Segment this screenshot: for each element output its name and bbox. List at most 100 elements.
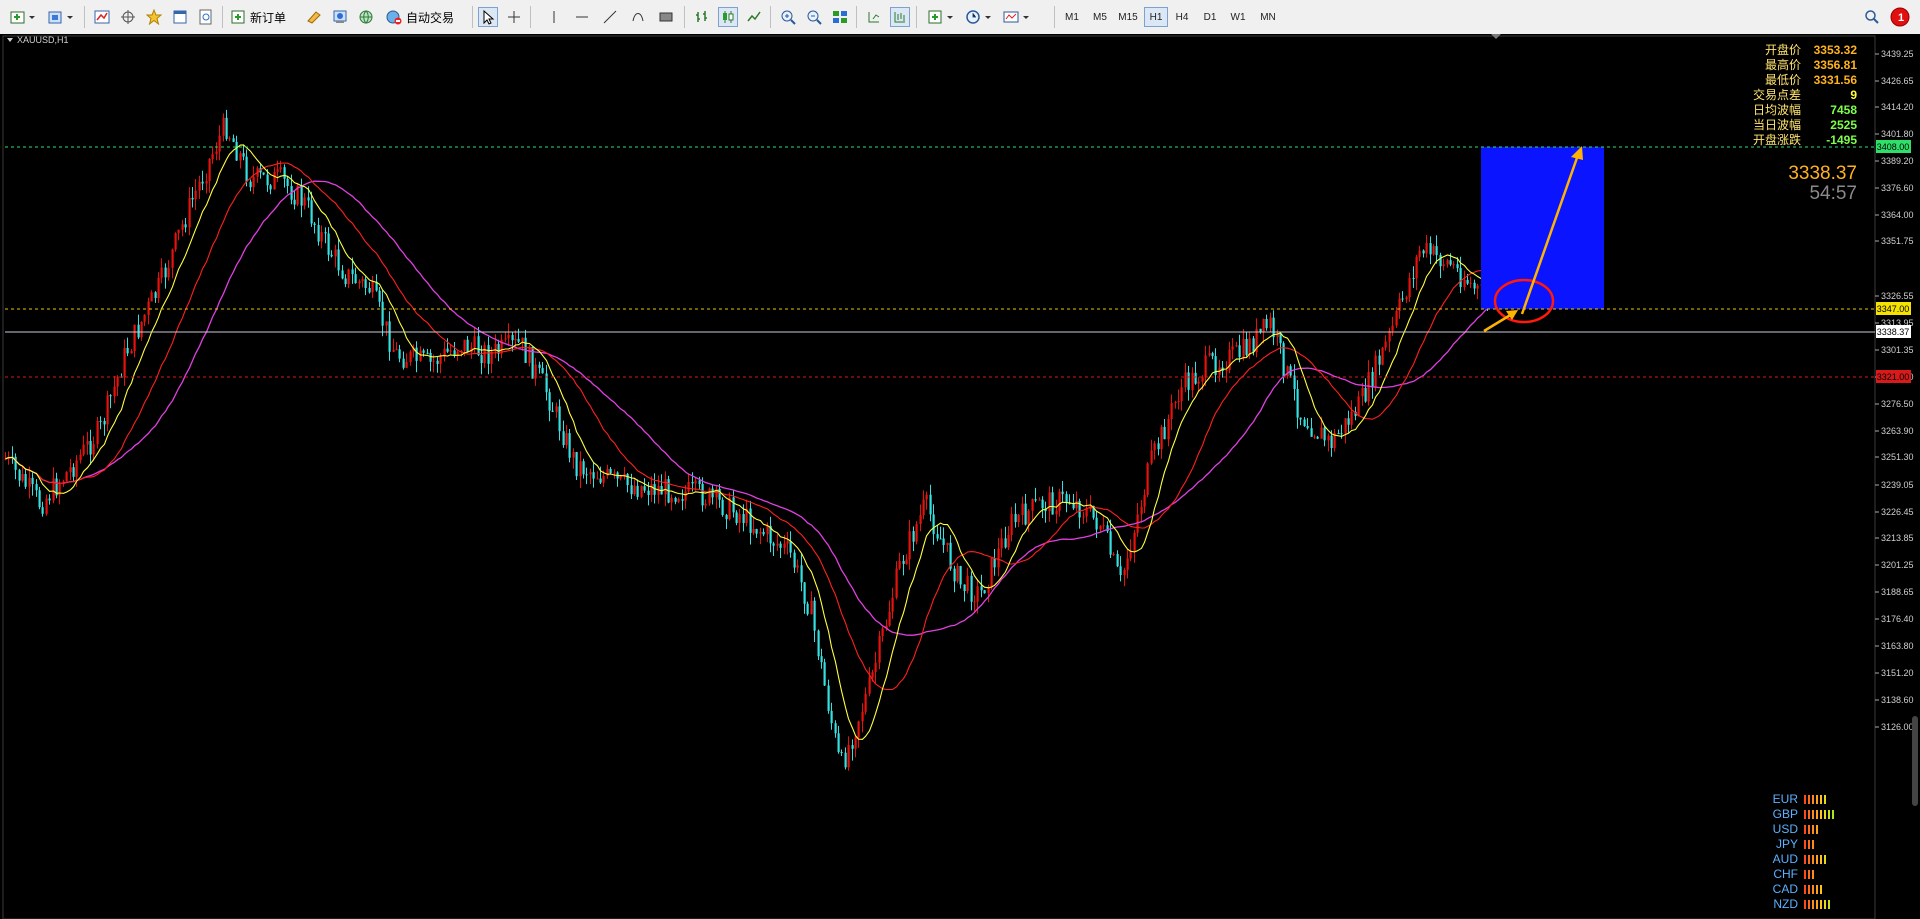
candle-body (1442, 264, 1445, 267)
clock-icon (966, 10, 991, 24)
candle-body (936, 534, 939, 539)
strength-bar (1812, 795, 1814, 805)
candle-body (555, 406, 558, 412)
search-button[interactable] (1862, 7, 1882, 27)
signals-button[interactable] (330, 7, 350, 27)
strength-bar (1808, 810, 1810, 820)
strength-bar (1804, 870, 1806, 880)
timeframe-m15[interactable]: M15 (1114, 7, 1142, 27)
candle-body (1102, 525, 1105, 527)
zoom-in-button[interactable] (778, 7, 798, 27)
timeframe-m5[interactable]: M5 (1088, 7, 1112, 27)
terminal-button[interactable] (170, 7, 190, 27)
candle-body (708, 488, 711, 504)
strength-bar (1808, 870, 1810, 880)
candle-body (1017, 515, 1020, 522)
candlestick-chart-button[interactable] (718, 7, 738, 27)
horizontal-line-button[interactable] (572, 7, 592, 27)
candle-body (1259, 328, 1262, 332)
toolbar: 新订单 自动交易 M1 M5 M15 H1 H4 D1 W1 MN 1 (0, 0, 1920, 35)
new-order-button[interactable]: 新订单 (228, 7, 298, 27)
candle-body (317, 225, 320, 242)
strength-bar (1812, 870, 1814, 880)
zoom-out-icon (807, 10, 822, 25)
candle-body (1024, 503, 1027, 525)
profiles-button[interactable] (44, 7, 78, 27)
candle-body (650, 484, 653, 495)
candle-body (813, 600, 816, 631)
candle-body (1051, 492, 1054, 515)
candle-body (1204, 355, 1207, 378)
notifications-button[interactable]: 1 (1888, 5, 1912, 29)
candle-body (1157, 443, 1160, 450)
new-chart-button[interactable] (6, 7, 40, 27)
vertical-line-button[interactable] (544, 7, 564, 27)
candle-body (1007, 535, 1010, 548)
bar-chart-button[interactable] (692, 7, 712, 27)
data-window-button[interactable] (118, 7, 138, 27)
periods-button[interactable] (962, 7, 996, 27)
candle-body (1075, 501, 1078, 509)
candle-body (218, 135, 221, 152)
autoscroll-button[interactable] (890, 7, 910, 27)
arc-tool-button[interactable] (628, 7, 648, 27)
timeframe-h1[interactable]: H1 (1144, 7, 1168, 27)
candle-body (905, 559, 908, 564)
crosshair-tool-button[interactable] (504, 7, 524, 27)
candle-body (1265, 319, 1268, 329)
symbol-title: XAUUSD,H1 (17, 35, 69, 45)
trendline-button[interactable] (600, 7, 620, 27)
line-chart-button[interactable] (744, 7, 764, 27)
indicators-button[interactable] (924, 7, 958, 27)
chart-window[interactable]: 3439.25 3426.65 3414.20 3401.80 3389.20 3376.… (0, 34, 1920, 919)
strength-bar (1808, 795, 1810, 805)
timeframe-h4[interactable]: H4 (1170, 7, 1194, 27)
timeframe-m1[interactable]: M1 (1060, 7, 1084, 27)
candle-body (993, 558, 996, 568)
text-label-button[interactable] (656, 7, 676, 27)
cursor-tool-button[interactable] (478, 7, 498, 27)
candle-body (551, 410, 554, 412)
candle-body (140, 321, 143, 338)
candle-body (732, 497, 735, 513)
candle-body (123, 348, 126, 378)
candle-body (575, 452, 578, 477)
candle-body (480, 355, 483, 364)
candle-body (704, 503, 707, 506)
price-tick-label: 3163.80 (1881, 641, 1914, 651)
market-button[interactable] (356, 7, 376, 27)
candle-body (1065, 494, 1068, 504)
tile-windows-button[interactable] (830, 7, 850, 27)
navigator-button[interactable] (144, 7, 164, 27)
candle-body (126, 348, 129, 354)
strategy-tester-button[interactable] (196, 7, 216, 27)
timeframe-w1[interactable]: W1 (1226, 7, 1250, 27)
templates-button[interactable] (1000, 7, 1034, 27)
candle-body (562, 431, 565, 446)
metaeditor-button[interactable] (304, 7, 324, 27)
candle-body (823, 662, 826, 686)
candle-body (1000, 538, 1003, 549)
candle-body (222, 117, 225, 136)
zoom-out-button[interactable] (804, 7, 824, 27)
candle-body (293, 199, 296, 205)
candle-body (579, 461, 582, 477)
price-tick-label: 3263.90 (1881, 426, 1914, 436)
candle-body (888, 611, 891, 626)
candle-body (225, 117, 228, 139)
price-tick-label: 3226.45 (1881, 507, 1914, 517)
candle-body (252, 176, 255, 188)
strength-bar (1816, 825, 1818, 835)
price-chart[interactable]: 3439.25 3426.65 3414.20 3401.80 3389.20 3376.… (0, 34, 1920, 919)
candle-body (568, 433, 571, 458)
timeframe-d1[interactable]: D1 (1198, 7, 1222, 27)
candle-body (840, 752, 843, 753)
timeframe-mn[interactable]: MN (1254, 7, 1282, 27)
chart-shift-button[interactable] (864, 7, 884, 27)
candle-body (1112, 554, 1115, 555)
vertical-scrollbar[interactable] (1912, 716, 1918, 806)
auto-trading-button[interactable]: 自动交易 (382, 7, 466, 27)
market-watch-button[interactable] (92, 7, 112, 27)
candle-body (194, 190, 197, 200)
candle-body (371, 281, 374, 293)
